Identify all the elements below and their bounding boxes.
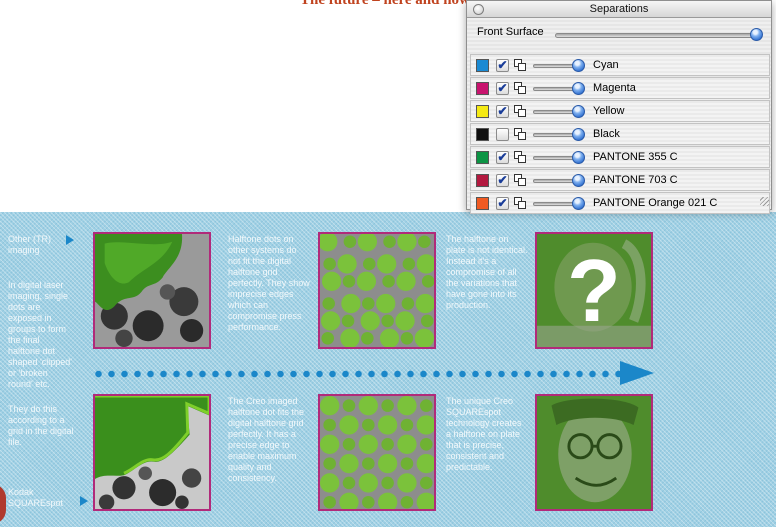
visibility-checkbox[interactable]: ✔ (496, 105, 509, 118)
color-swatch (476, 151, 489, 164)
separation-row[interactable]: ✔ PANTONE 703 C (470, 169, 770, 191)
portrait-question-image: ? (535, 232, 653, 349)
separation-name: Magenta (593, 82, 636, 94)
overprint-icon[interactable] (514, 151, 527, 164)
label-kodak-squarespot: Kodak SQUAREspot (8, 487, 64, 508)
color-swatch (476, 82, 489, 95)
separation-name: Yellow (593, 105, 625, 117)
squarespot-dots-grid-image (318, 394, 436, 511)
text-mid-bottom: The Creo imaged halftone dot fits the di… (228, 396, 305, 483)
opacity-slider-knob[interactable] (572, 151, 585, 164)
palette-body: Front Surface ✔ Cyan ✔ Magenta ✔ Yellow Black ✔… (467, 18, 771, 214)
overprint-icon[interactable] (514, 105, 527, 118)
palette-title: Separations (589, 3, 649, 15)
separation-row[interactable]: ✔ Magenta (470, 77, 770, 99)
halftone-edge-rough-image (93, 232, 211, 349)
visibility-checkbox[interactable] (496, 128, 509, 141)
text-mid-top: Halftone dots on other systems do not fi… (228, 234, 310, 332)
opacity-slider-knob[interactable] (572, 174, 585, 187)
pointer-arrow-bottom-icon (80, 496, 88, 506)
separation-name: Cyan (593, 59, 619, 71)
front-surface-slider-knob[interactable] (750, 28, 763, 41)
text-right-top: The halftone on plate is not identical. … (446, 234, 528, 310)
opacity-slider-knob[interactable] (572, 59, 585, 72)
text-left-top: In digital laser imaging, single dots ar… (8, 280, 72, 389)
halftone-edge-sharp-image (93, 394, 211, 511)
overprint-icon[interactable] (514, 128, 527, 141)
palette-titlebar[interactable]: Separations (467, 1, 771, 18)
separation-name: Black (593, 128, 620, 140)
red-page-edge (0, 484, 6, 524)
separation-row[interactable]: ✔ PANTONE Orange 021 C (470, 192, 770, 214)
separation-name: PANTONE 703 C (593, 174, 678, 186)
overprint-icon[interactable] (514, 59, 527, 72)
separation-name: PANTONE Orange 021 C (593, 197, 718, 209)
pointer-arrow-top-icon (66, 235, 74, 245)
color-swatch (476, 59, 489, 72)
opacity-slider-knob[interactable] (572, 82, 585, 95)
front-surface-row: Front Surface (467, 24, 771, 48)
separation-row[interactable]: Black (470, 123, 770, 145)
front-surface-slider-track[interactable] (555, 33, 756, 38)
question-mark: ? (567, 241, 621, 340)
separation-name: PANTONE 355 C (593, 151, 678, 163)
text-right-bottom: The unique Creo SQUAREspot technology cr… (446, 396, 522, 472)
overprint-icon[interactable] (514, 197, 527, 210)
process-arrow-icon (620, 361, 654, 385)
separation-row[interactable]: ✔ Yellow (470, 100, 770, 122)
text-left-bottom: They do this according to a grid in the … (8, 404, 74, 447)
separation-row[interactable]: ✔ Cyan (470, 54, 770, 76)
portrait-glasses-image (535, 394, 653, 511)
resize-grip-icon[interactable] (760, 197, 769, 206)
color-swatch (476, 128, 489, 141)
halftone-dots-grid-image (318, 232, 436, 349)
overprint-icon[interactable] (514, 174, 527, 187)
color-swatch (476, 197, 489, 210)
visibility-checkbox[interactable]: ✔ (496, 174, 509, 187)
opacity-slider-knob[interactable] (572, 105, 585, 118)
label-other-imaging: Other (TR) imaging (8, 234, 52, 255)
overprint-icon[interactable] (514, 82, 527, 95)
visibility-checkbox[interactable]: ✔ (496, 197, 509, 210)
front-surface-label: Front Surface (477, 26, 544, 38)
visibility-checkbox[interactable]: ✔ (496, 82, 509, 95)
visibility-checkbox[interactable]: ✔ (496, 59, 509, 72)
color-swatch (476, 174, 489, 187)
opacity-slider-knob[interactable] (572, 197, 585, 210)
opacity-slider-knob[interactable] (572, 128, 585, 141)
process-dotted-line (92, 370, 632, 378)
color-swatch (476, 105, 489, 118)
separation-row[interactable]: ✔ PANTONE 355 C (470, 146, 770, 168)
visibility-checkbox[interactable]: ✔ (496, 151, 509, 164)
separations-palette[interactable]: Separations Front Surface ✔ Cyan ✔ Magenta ✔… (466, 0, 772, 214)
